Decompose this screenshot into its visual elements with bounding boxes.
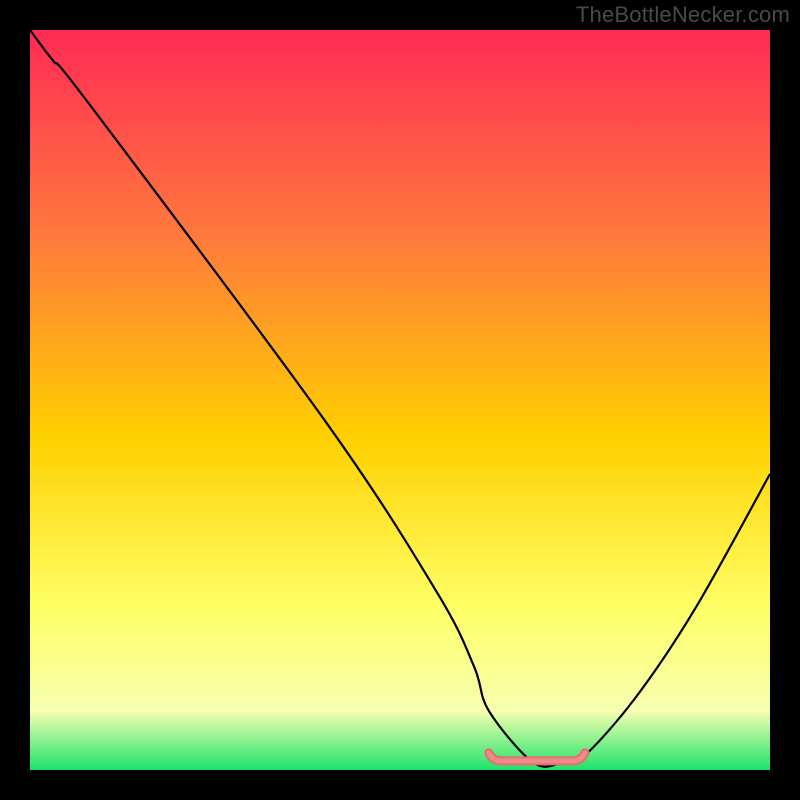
watermark-text: TheBottleNecker.com: [576, 2, 790, 28]
plot-area: [30, 30, 770, 770]
gradient-background: [30, 30, 770, 770]
chart-svg: [30, 30, 770, 770]
chart-frame: TheBottleNecker.com: [0, 0, 800, 800]
